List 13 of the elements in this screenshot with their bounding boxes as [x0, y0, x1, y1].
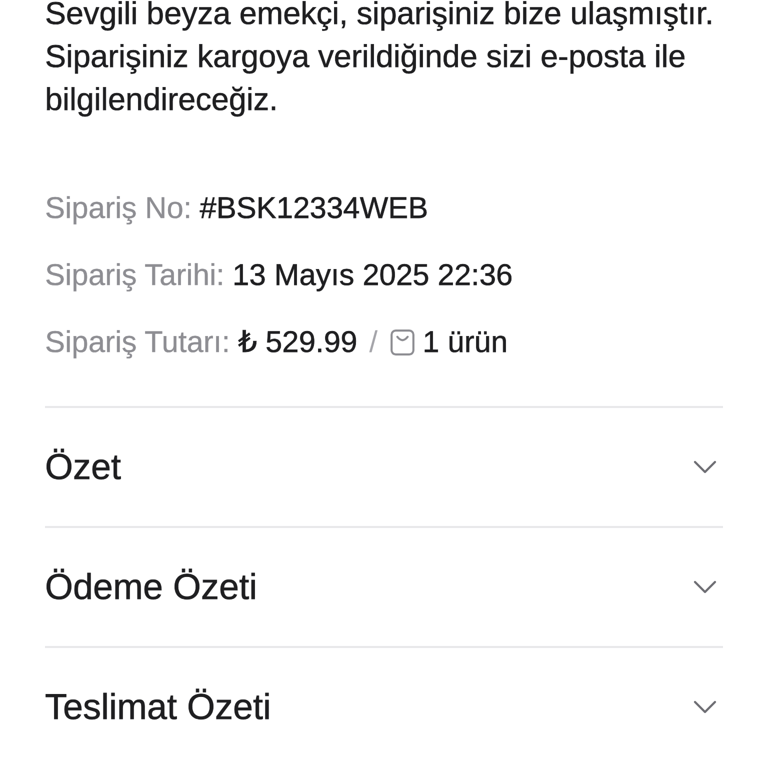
separator-slash: /: [369, 326, 378, 360]
info-value: ₺ 529.99: [238, 325, 358, 360]
info-label: Sipariş No:: [45, 192, 192, 226]
info-value: #BSK12334WEB: [200, 192, 428, 226]
shopping-bag-icon: [390, 329, 415, 356]
accordion-header[interactable]: Ödeme Özeti: [45, 528, 723, 646]
info-label: Sipariş Tutarı:: [45, 326, 230, 360]
confirmation-message: Sevgili beyza emekçi, siparişiniz bize ulaşmıştır. Siparişiniz kargoya verildiğinde sizi e-posta ile bilgilendireceğiz.: [45, 0, 715, 119]
item-count: 1 ürün: [422, 326, 508, 360]
info-label: Sipariş Tarihi:: [45, 258, 225, 292]
info-value: 13 Mayıs 2025 22:36: [232, 258, 513, 292]
accordion-header[interactable]: Teslimat Özeti: [45, 648, 723, 766]
accordion-header[interactable]: Özet: [45, 408, 723, 526]
